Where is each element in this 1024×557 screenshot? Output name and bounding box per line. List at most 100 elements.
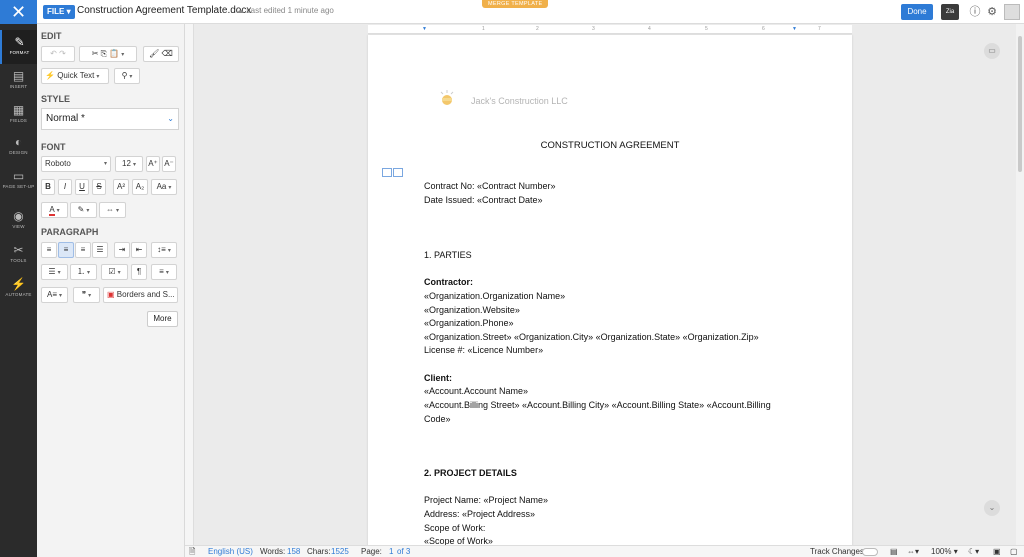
bold-button[interactable]: B <box>41 179 55 195</box>
clipboard-group[interactable]: ✂ ⎘ 📋 ▾ <box>79 46 137 62</box>
font-color-button[interactable]: A ▾ <box>41 202 68 218</box>
strikethrough-button[interactable]: S <box>92 179 106 195</box>
align-center-button[interactable]: ≡ <box>58 242 74 258</box>
paragraph-style-button[interactable]: ≡ ▾ <box>151 264 177 280</box>
document-page[interactable]: Jack's Construction LLC CONSTRUCTION AGR… <box>368 35 852 555</box>
dropcap-icon: A≡ <box>46 290 57 299</box>
paragraph-handle-icons[interactable] <box>382 168 404 177</box>
doc-line: Address: «Project Address» <box>424 509 536 519</box>
superscript-button[interactable]: A² <box>113 179 129 195</box>
undo-redo-group[interactable]: ↶ ↷ <box>41 46 75 62</box>
cloud-icon: ☁ <box>236 6 244 15</box>
checkbox-icon: ☑ <box>108 267 116 276</box>
decrease-font-button[interactable]: A⁻ <box>162 156 176 172</box>
nav-automate[interactable]: ⚡ AUTOMATE <box>0 272 37 306</box>
scrollbar-thumb[interactable] <box>1018 36 1022 172</box>
undo-icon: ↶ <box>50 49 57 58</box>
align-right-button[interactable]: ≡ <box>75 242 91 258</box>
design-icon: ◐ <box>14 135 23 149</box>
nav-format[interactable]: ✎ FORMAT <box>0 30 37 64</box>
justify-button[interactable]: ☰ <box>92 242 108 258</box>
file-menu-button[interactable]: FILE ▾ <box>43 5 75 19</box>
numbered-list-icon: ⒈ <box>76 267 85 276</box>
words-label: Words: <box>260 547 286 556</box>
font-size-select[interactable]: 12 ▾ <box>115 156 143 172</box>
full-screen-icon[interactable]: ▣ <box>993 546 1001 557</box>
doc-line: «Account.Billing Street» «Account.Billin… <box>424 400 771 410</box>
avatar[interactable] <box>1004 4 1020 20</box>
more-button[interactable]: More <box>147 311 178 327</box>
zia-button[interactable]: Zia <box>941 4 959 20</box>
eye-icon: ◉ <box>13 209 24 223</box>
horizontal-ruler: ▼ 1 2 3 4 5 6 ▼ 7 <box>368 25 852 34</box>
dropcap-button[interactable]: A≡ ▾ <box>41 287 68 303</box>
increase-font-button[interactable]: A⁺ <box>146 156 160 172</box>
nav-tools[interactable]: ✂ TOOLS <box>0 238 37 272</box>
nav-view[interactable]: ◉ VIEW <box>0 204 37 238</box>
style-select[interactable]: Normal * ⌄ <box>41 108 179 130</box>
scroll-down-icon[interactable]: ⌄ <box>984 500 1000 516</box>
nav-design[interactable]: ◐ DESIGN <box>0 130 37 164</box>
info-icon[interactable]: ⓘ <box>968 5 982 19</box>
font-color-icon: A <box>49 205 55 216</box>
page-current[interactable]: 1 <box>389 546 393 557</box>
align-left-button[interactable]: ≡ <box>41 242 57 258</box>
fields-icon: ▦ <box>12 103 25 117</box>
style-section-title: STYLE <box>41 94 71 104</box>
font-family-select[interactable]: Roboto ▾ <box>41 156 111 172</box>
company-name: Jack's Construction LLC <box>471 96 568 106</box>
track-changes-toggle[interactable] <box>862 548 878 556</box>
doc-line: 1. PARTIES <box>424 250 472 260</box>
zoom-select[interactable]: 100% ▾ <box>931 546 958 557</box>
indent-marker-icon[interactable]: ▼ <box>422 26 427 32</box>
borders-shading-button[interactable]: ▣ Borders and S... <box>103 287 178 303</box>
document-title[interactable]: Construction Agreement Template.docx <box>77 5 251 16</box>
format-painter-group[interactable]: 🖌 ⌫ <box>143 46 179 62</box>
paste-icon: 📋 <box>109 49 120 58</box>
indent-button[interactable]: ⇥ <box>114 242 130 258</box>
spacing-icon: ⇔ <box>105 205 114 214</box>
page-total: of 3 <box>397 547 411 556</box>
language-selector[interactable]: English (US) <box>208 546 253 557</box>
change-case-button[interactable]: Aa ▾ <box>151 179 177 195</box>
quick-text-icon: ⚡ <box>45 71 55 80</box>
fit-width-icon[interactable]: ⇔▾ <box>907 546 919 557</box>
nav-insert[interactable]: ▤ INSERT <box>0 64 37 98</box>
quote-button[interactable]: ❞ ▾ <box>73 287 100 303</box>
numbered-list-button[interactable]: ⒈ ▾ <box>70 264 97 280</box>
find-button[interactable]: ⚲ ▾ <box>114 68 140 84</box>
bullet-list-button[interactable]: ☰ ▾ <box>41 264 68 280</box>
highlight-button[interactable]: ✎ ▾ <box>70 202 97 218</box>
close-button[interactable]: ✕ <box>0 0 37 24</box>
chevron-down-icon: ⌄ <box>167 114 174 123</box>
nav-page-setup[interactable]: ▭ PAGE SET-UP <box>0 164 37 198</box>
outdent-button[interactable]: ⇤ <box>131 242 147 258</box>
focus-mode-icon[interactable]: ▢ <box>1010 546 1018 557</box>
night-mode-icon[interactable]: ☾▾ <box>968 546 979 557</box>
pilcrow-button[interactable]: ¶ <box>131 264 147 280</box>
character-spacing-button[interactable]: ⇔ ▾ <box>99 202 126 218</box>
nav-fields[interactable]: ▦ FIELDS <box>0 98 37 132</box>
binoculars-icon: ⚲ <box>121 71 128 80</box>
doc-line: Project Name: «Project Name» <box>424 495 549 505</box>
done-button[interactable]: Done <box>901 4 933 20</box>
subscript-button[interactable]: A₂ <box>132 179 148 195</box>
layout-icon[interactable]: ▤ <box>890 546 898 557</box>
top-bar: ✕ FILE ▾ Construction Agreement Template… <box>0 0 1024 24</box>
chars-count[interactable]: 1525 <box>331 546 349 557</box>
doc-line: Contractor: <box>424 277 473 287</box>
document-heading: CONSTRUCTION AGREEMENT <box>540 140 680 151</box>
ruler-mark: 3 <box>592 26 595 32</box>
document-canvas: Jack's Construction LLC CONSTRUCTION AGR… <box>194 24 1016 555</box>
line-spacing-button[interactable]: ↕≡ ▾ <box>151 242 177 258</box>
words-count[interactable]: 158 <box>287 546 300 557</box>
cut-icon: ✂ <box>91 49 99 58</box>
right-indent-marker-icon[interactable]: ▼ <box>792 26 797 32</box>
quick-text-button[interactable]: ⚡ Quick Text ▾ <box>41 68 109 84</box>
checklist-button[interactable]: ☑ ▾ <box>101 264 128 280</box>
side-panel-toggle-icon[interactable]: ▭ <box>984 43 1000 59</box>
underline-button[interactable]: U <box>75 179 89 195</box>
italic-button[interactable]: I <box>58 179 72 195</box>
gear-icon[interactable]: ⚙ <box>985 5 999 19</box>
tools-icon: ✂ <box>13 243 24 257</box>
